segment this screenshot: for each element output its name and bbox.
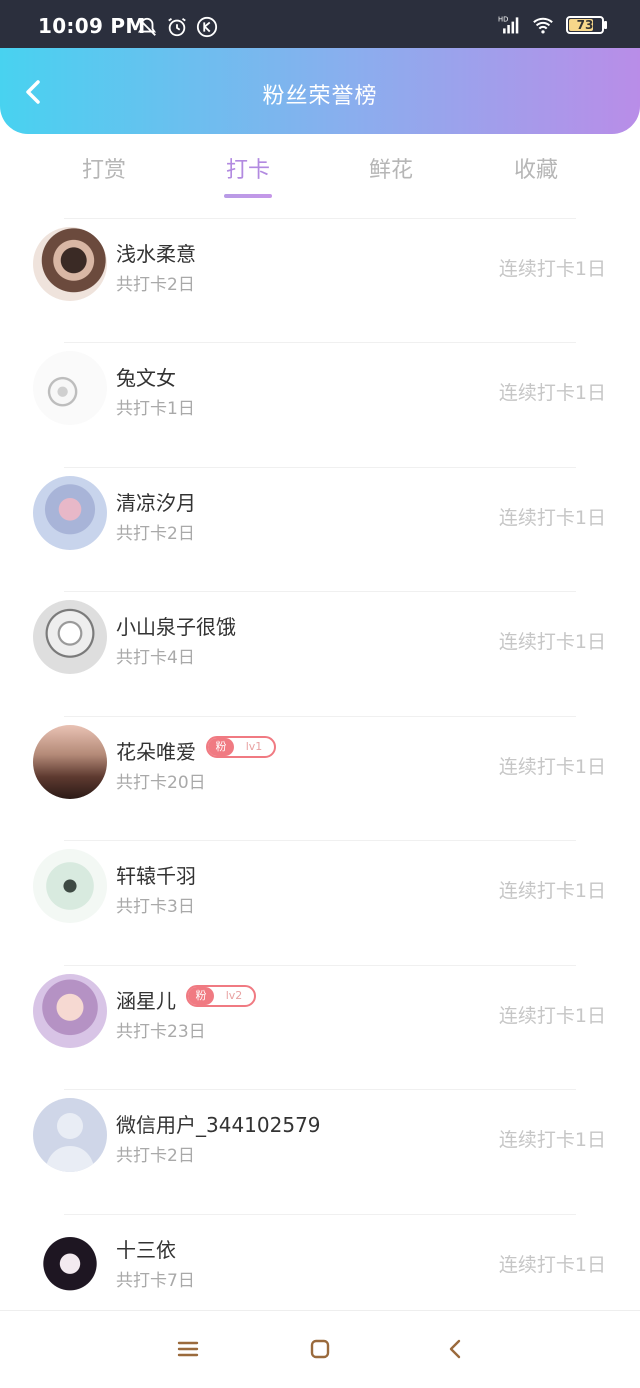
list-item[interactable]: 清凉汐月 共打卡2日 连续打卡1日 bbox=[0, 467, 640, 591]
user-name: 微信用户_344102579 bbox=[116, 1113, 321, 1137]
user-name: 轩辕千羽 bbox=[116, 864, 196, 888]
battery-icon: 73 bbox=[566, 16, 607, 34]
tab-checkin[interactable]: 打卡 bbox=[198, 152, 298, 184]
battery-level: 73 bbox=[576, 18, 594, 32]
user-name: 浅水柔意 bbox=[116, 242, 196, 266]
streak: 连续打卡1日 bbox=[498, 507, 606, 529]
divider bbox=[64, 591, 576, 592]
divider bbox=[64, 840, 576, 841]
total-checkins: 共打卡23日 bbox=[116, 1022, 206, 1042]
page-header: 粉丝荣誉榜 bbox=[0, 48, 640, 134]
status-time: 10:09 PM bbox=[38, 14, 146, 38]
alarm-icon bbox=[168, 17, 186, 37]
signal-icon: HD bbox=[498, 16, 519, 34]
total-checkins: 共打卡2日 bbox=[116, 1146, 195, 1166]
badge-level: lv2 bbox=[225, 989, 243, 1002]
avatar bbox=[33, 974, 107, 1048]
total-checkins: 共打卡7日 bbox=[116, 1271, 195, 1291]
streak: 连续打卡1日 bbox=[498, 382, 606, 404]
list-item[interactable]: 花朵唯爱 粉 lv1 共打卡20日 连续打卡1日 bbox=[0, 716, 640, 840]
total-checkins: 共打卡3日 bbox=[116, 897, 195, 917]
badge-label: 粉 bbox=[208, 738, 234, 756]
streak: 连续打卡1日 bbox=[498, 258, 606, 280]
avatar bbox=[33, 1098, 107, 1172]
back-nav-icon[interactable] bbox=[444, 1337, 468, 1361]
menu-icon[interactable] bbox=[176, 1337, 200, 1361]
avatar bbox=[33, 725, 107, 799]
total-checkins: 共打卡2日 bbox=[116, 275, 195, 295]
divider bbox=[64, 965, 576, 966]
list-item[interactable]: 小山泉子很饿 共打卡4日 连续打卡1日 bbox=[0, 591, 640, 715]
streak: 连续打卡1日 bbox=[498, 880, 606, 902]
divider bbox=[64, 1089, 576, 1090]
list-item[interactable]: 浅水柔意 共打卡2日 连续打卡1日 bbox=[0, 218, 640, 342]
avatar bbox=[33, 227, 107, 301]
avatar bbox=[33, 476, 107, 550]
tab-indicator bbox=[224, 194, 272, 198]
tab-flowers[interactable]: 鲜花 bbox=[341, 152, 441, 184]
fan-level-badge: 粉 lv1 bbox=[206, 736, 276, 758]
total-checkins: 共打卡2日 bbox=[116, 524, 195, 544]
divider bbox=[64, 218, 576, 219]
badge-label: 粉 bbox=[188, 987, 214, 1005]
streak: 连续打卡1日 bbox=[498, 1129, 606, 1151]
streak: 连续打卡1日 bbox=[498, 631, 606, 653]
status-bar: 10:09 PM HD 73 bbox=[0, 0, 640, 48]
list-item[interactable]: 轩辕千羽 共打卡3日 连续打卡1日 bbox=[0, 840, 640, 964]
divider bbox=[64, 342, 576, 343]
user-name: 涵星儿 bbox=[116, 989, 176, 1013]
avatar bbox=[33, 849, 107, 923]
user-name: 清凉汐月 bbox=[116, 491, 196, 515]
divider bbox=[64, 1214, 576, 1215]
mute-icon bbox=[137, 17, 157, 36]
avatar bbox=[33, 600, 107, 674]
system-nav-bar bbox=[0, 1310, 640, 1388]
page-title: 粉丝荣誉榜 bbox=[262, 84, 378, 109]
avatar bbox=[33, 1223, 107, 1297]
tab-bar: 打赏 打卡 鲜花 收藏 bbox=[0, 148, 640, 204]
user-name: 花朵唯爱 bbox=[116, 740, 196, 764]
home-icon[interactable] bbox=[308, 1337, 332, 1361]
fan-level-badge: 粉 lv2 bbox=[186, 985, 256, 1007]
total-checkins: 共打卡1日 bbox=[116, 399, 195, 419]
tab-tip[interactable]: 打赏 bbox=[54, 152, 154, 184]
tab-favorites[interactable]: 收藏 bbox=[486, 152, 586, 184]
user-name: 小山泉子很饿 bbox=[116, 615, 236, 639]
divider bbox=[64, 467, 576, 468]
streak: 连续打卡1日 bbox=[498, 1005, 606, 1027]
list-item[interactable]: 涵星儿 粉 lv2 共打卡23日 连续打卡1日 bbox=[0, 965, 640, 1089]
wifi-icon bbox=[533, 17, 553, 34]
badge-level: lv1 bbox=[245, 740, 263, 753]
avatar bbox=[33, 351, 107, 425]
list-item[interactable]: 兔文女 共打卡1日 连续打卡1日 bbox=[0, 342, 640, 466]
streak: 连续打卡1日 bbox=[498, 1254, 606, 1276]
list-item[interactable]: 微信用户_344102579 共打卡2日 连续打卡1日 bbox=[0, 1089, 640, 1213]
total-checkins: 共打卡4日 bbox=[116, 648, 195, 668]
k-icon bbox=[196, 16, 218, 38]
svg-text:HD: HD bbox=[498, 16, 508, 24]
default-avatar-icon bbox=[45, 1113, 95, 1172]
user-name: 十三依 bbox=[116, 1238, 176, 1262]
user-name: 兔文女 bbox=[116, 366, 176, 390]
divider bbox=[64, 716, 576, 717]
total-checkins: 共打卡20日 bbox=[116, 773, 206, 793]
streak: 连续打卡1日 bbox=[498, 756, 606, 778]
